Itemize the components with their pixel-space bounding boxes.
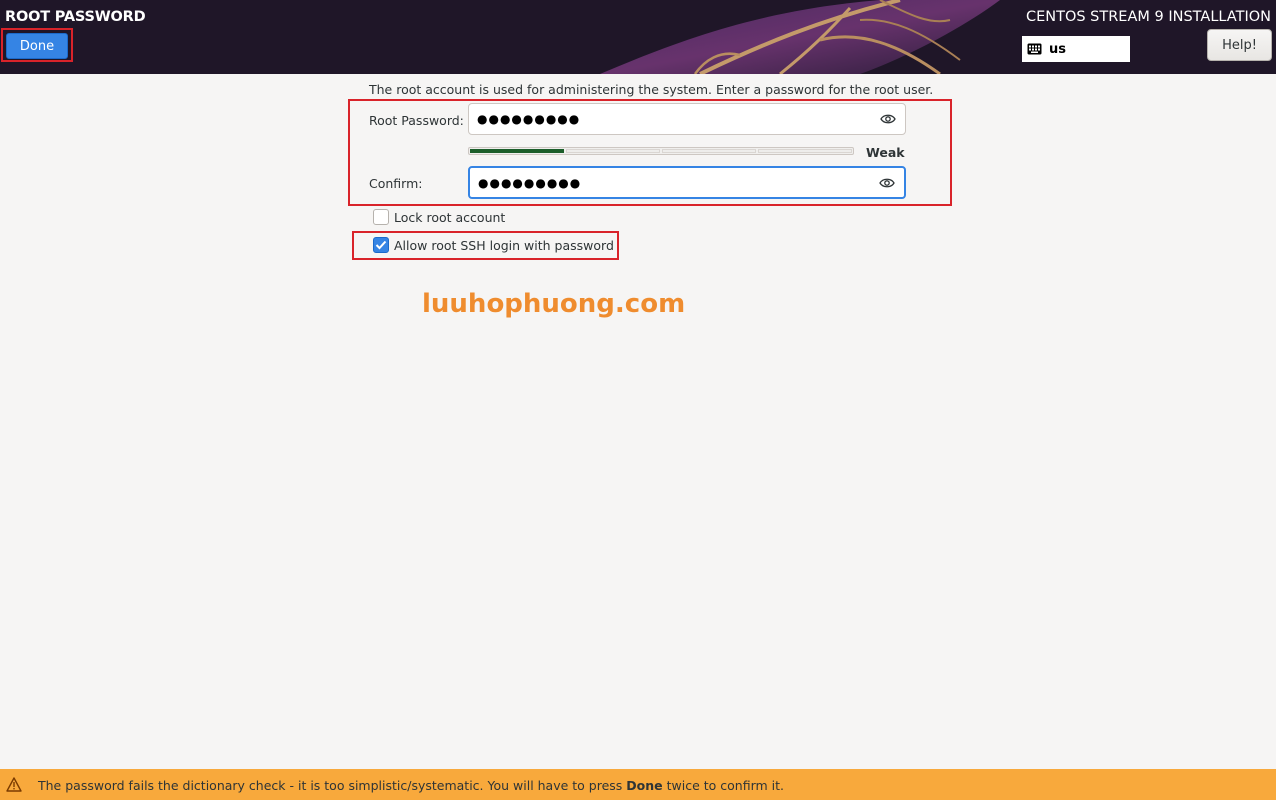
keyboard-layout-label: us	[1049, 41, 1066, 57]
root-password-label: Root Password:	[369, 113, 464, 128]
eye-icon[interactable]	[879, 177, 895, 189]
lock-root-row[interactable]: Lock root account	[373, 209, 505, 225]
root-password-field[interactable]: ●●●●●●●●●	[468, 103, 906, 135]
header-bar: ROOT PASSWORD Done CENTOS STREAM 9 INSTA…	[0, 0, 1276, 74]
root-password-value: ●●●●●●●●●	[477, 112, 581, 126]
intro-text: The root account is used for administeri…	[369, 82, 934, 97]
allow-ssh-row[interactable]: Allow root SSH login with password	[373, 237, 614, 253]
keyboard-layout-indicator[interactable]: us	[1022, 36, 1130, 62]
strength-segment	[758, 149, 852, 153]
password-strength-label: Weak	[866, 145, 905, 160]
strength-segment	[566, 149, 660, 153]
page-title: ROOT PASSWORD	[5, 9, 146, 25]
warning-bar[interactable]: The password fails the dictionary check …	[0, 769, 1276, 800]
warning-message-prefix: The password fails the dictionary check …	[38, 778, 627, 793]
eye-icon[interactable]	[880, 113, 896, 125]
strength-segment	[470, 149, 564, 153]
allow-ssh-checkbox[interactable]	[373, 237, 389, 253]
warning-message-done: Done	[626, 778, 663, 793]
done-button-highlight: Done	[1, 28, 73, 62]
lock-root-checkbox[interactable]	[373, 209, 389, 225]
product-title: CENTOS STREAM 9 INSTALLATION	[1025, 9, 1271, 25]
lock-root-label: Lock root account	[394, 209, 506, 225]
warning-icon	[6, 777, 22, 792]
check-icon	[375, 240, 387, 250]
keyboard-icon	[1027, 43, 1042, 55]
help-button[interactable]: Help!	[1207, 29, 1272, 61]
warning-message: The password fails the dictionary check …	[38, 778, 784, 793]
confirm-password-field[interactable]: ●●●●●●●●●	[468, 166, 906, 199]
warning-message-suffix: twice to confirm it.	[662, 778, 785, 793]
password-strength-bar	[468, 147, 854, 155]
confirm-password-value: ●●●●●●●●●	[478, 175, 582, 190]
done-button[interactable]: Done	[6, 33, 68, 59]
allow-ssh-label: Allow root SSH login with password	[394, 237, 614, 253]
strength-segment	[662, 149, 756, 153]
confirm-label: Confirm:	[369, 176, 423, 191]
watermark-text: luuhophuong.com	[422, 289, 686, 319]
